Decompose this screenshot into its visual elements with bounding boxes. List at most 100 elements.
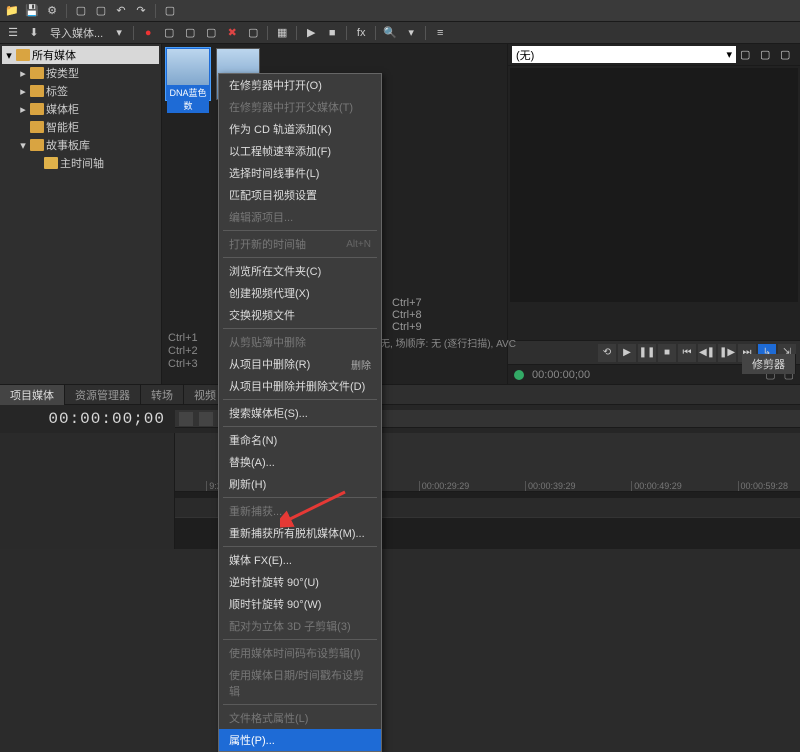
tree-item-tags[interactable]: ▸标签: [16, 82, 159, 100]
view-icon[interactable]: ▦: [273, 24, 291, 42]
menu-item[interactable]: 搜索媒体柜(S)...: [219, 402, 381, 424]
tab-transitions[interactable]: 转场: [141, 385, 184, 405]
tool-c-icon[interactable]: ▢: [202, 24, 220, 42]
menu-item[interactable]: 选择时间线事件(L): [219, 162, 381, 184]
menu-item[interactable]: 在修剪器中打开(O): [219, 74, 381, 96]
tab-explorer[interactable]: 资源管理器: [65, 385, 141, 405]
next-frame-icon[interactable]: ❚▶: [718, 344, 736, 362]
menu-item[interactable]: 重新捕获所有脱机媒体(M)...: [219, 522, 381, 544]
menu-item[interactable]: 作为 CD 轨道添加(K): [219, 118, 381, 140]
play-icon[interactable]: ▶: [618, 344, 636, 362]
tree-root-all-media[interactable]: ▾ 所有媒体: [2, 46, 159, 64]
menu-item[interactable]: 刷新(H): [219, 473, 381, 495]
search-icon[interactable]: 🔍: [381, 24, 399, 42]
pause-icon[interactable]: ❚❚: [638, 344, 656, 362]
preview-tool-icon[interactable]: ▢: [760, 48, 776, 61]
menu-item[interactable]: 浏览所在文件夹(C): [219, 260, 381, 282]
delete-icon[interactable]: ✖: [223, 24, 241, 42]
dropdown-icon[interactable]: ▾: [110, 24, 128, 42]
tab-trimmer[interactable]: 修剪器: [742, 354, 796, 374]
menu-item-label: 属性(P)...: [229, 732, 275, 748]
folder-icon: [44, 157, 58, 169]
menu-item-label: 创建视频代理(X): [229, 285, 310, 301]
toggle-icon[interactable]: ☰: [4, 24, 22, 42]
menu-item[interactable]: 从项目中删除并删除文件(D): [219, 375, 381, 397]
tool-a-icon[interactable]: ▢: [160, 24, 178, 42]
tree-item-smart-bins[interactable]: 智能柜: [16, 118, 159, 136]
menu-item[interactable]: 创建视频代理(X): [219, 282, 381, 304]
menu-item[interactable]: 属性(P)...: [219, 729, 381, 751]
tree-item-by-type[interactable]: ▸ 按类型: [16, 64, 159, 82]
preview-viewport[interactable]: [510, 68, 798, 302]
save-icon[interactable]: 💾: [24, 3, 40, 19]
tree-item-media-bins[interactable]: ▸媒体柜: [16, 100, 159, 118]
settings-icon[interactable]: ⚙: [44, 3, 60, 19]
tree-label: 按类型: [46, 65, 79, 81]
folder-icon: [30, 139, 44, 151]
menu-item: 配对为立体 3D 子剪辑(3): [219, 615, 381, 637]
menu-item: 从剪贴簿中删除: [219, 331, 381, 353]
menu-item[interactable]: 媒体 FX(E)...: [219, 549, 381, 571]
menu-item[interactable]: 重命名(N): [219, 429, 381, 451]
tree-item-main-timeline[interactable]: 主时间轴: [30, 154, 159, 172]
expand-icon[interactable]: ▸: [18, 85, 28, 98]
menu-separator: [223, 704, 377, 705]
tool-b-icon[interactable]: ▢: [181, 24, 199, 42]
menu-item[interactable]: 匹配项目视频设置: [219, 184, 381, 206]
timeline-tool-icon[interactable]: [199, 412, 213, 426]
menu-item[interactable]: 替换(A)...: [219, 451, 381, 473]
ruler-tick: 00:00:49:29: [631, 481, 682, 491]
menu-item[interactable]: 以工程帧速率添加(F): [219, 140, 381, 162]
shortcut-hint: Ctrl+9: [392, 321, 422, 333]
separator: [346, 26, 347, 40]
menu-item[interactable]: 逆时针旋转 90°(U): [219, 571, 381, 593]
stop-icon[interactable]: ■: [323, 24, 341, 42]
collapse-icon[interactable]: ▾: [4, 49, 14, 62]
menu-separator: [223, 639, 377, 640]
redo-icon[interactable]: ↷: [133, 3, 149, 19]
timeline: 00:00:00;00 9:29 00:00:19:29 00:00:29:29…: [0, 404, 800, 549]
menu-item-label: 编辑源项目...: [229, 209, 293, 225]
tool-icon-1[interactable]: ▢: [73, 3, 89, 19]
menu-item-label: 以工程帧速率添加(F): [229, 143, 331, 159]
props-icon[interactable]: ▢: [244, 24, 262, 42]
record-icon[interactable]: ●: [139, 24, 157, 42]
tool-icon-3[interactable]: ▢: [162, 3, 178, 19]
fx-icon[interactable]: fx: [352, 24, 370, 42]
preview-tool-icon[interactable]: ▢: [780, 48, 796, 61]
folder-icon[interactable]: 📁: [4, 3, 20, 19]
media-thumbnail[interactable]: DNA蓝色数: [166, 48, 210, 100]
zoom-dropdown-icon[interactable]: ▾: [402, 24, 420, 42]
tool-icon-2[interactable]: ▢: [93, 3, 109, 19]
preview-tool-icon[interactable]: ▢: [740, 48, 756, 61]
folder-icon: [30, 67, 44, 79]
undo-icon[interactable]: ↶: [113, 3, 129, 19]
preview-select-dropdown[interactable]: (无) ▾: [512, 46, 736, 63]
separator: [155, 4, 156, 18]
stop-icon[interactable]: ■: [658, 344, 676, 362]
menu-item[interactable]: 从项目中删除(R)删除: [219, 353, 381, 375]
first-frame-icon[interactable]: ⏮: [678, 344, 696, 362]
timeline-timecode[interactable]: 00:00:00;00: [0, 410, 175, 428]
timeline-tool-icon[interactable]: [179, 412, 193, 426]
menu-item[interactable]: 顺时针旋转 90°(W): [219, 593, 381, 615]
import-media-button[interactable]: 导入媒体...: [46, 25, 107, 41]
import-icon[interactable]: ⬇: [25, 24, 43, 42]
tree-item-storyboard[interactable]: ▾故事板库: [16, 136, 159, 154]
loop-icon[interactable]: ⟲: [598, 344, 616, 362]
menu-item[interactable]: 交换视频文件: [219, 304, 381, 326]
prev-frame-icon[interactable]: ◀❚: [698, 344, 716, 362]
menu-separator: [223, 497, 377, 498]
list-icon[interactable]: ≡: [431, 24, 449, 42]
collapse-icon[interactable]: ▾: [18, 139, 28, 152]
menu-separator: [223, 426, 377, 427]
expand-icon[interactable]: ▸: [18, 67, 28, 80]
play-icon[interactable]: ▶: [302, 24, 320, 42]
tab-project-media[interactable]: 项目媒体: [0, 385, 65, 405]
menu-item-label: 从项目中删除并删除文件(D): [229, 378, 365, 394]
menu-item-label: 重新捕获...: [229, 503, 282, 519]
separator: [267, 26, 268, 40]
menu-item-label: 在修剪器中打开父媒体(T): [229, 99, 353, 115]
marker-icon[interactable]: [514, 370, 524, 380]
expand-icon[interactable]: ▸: [18, 103, 28, 116]
